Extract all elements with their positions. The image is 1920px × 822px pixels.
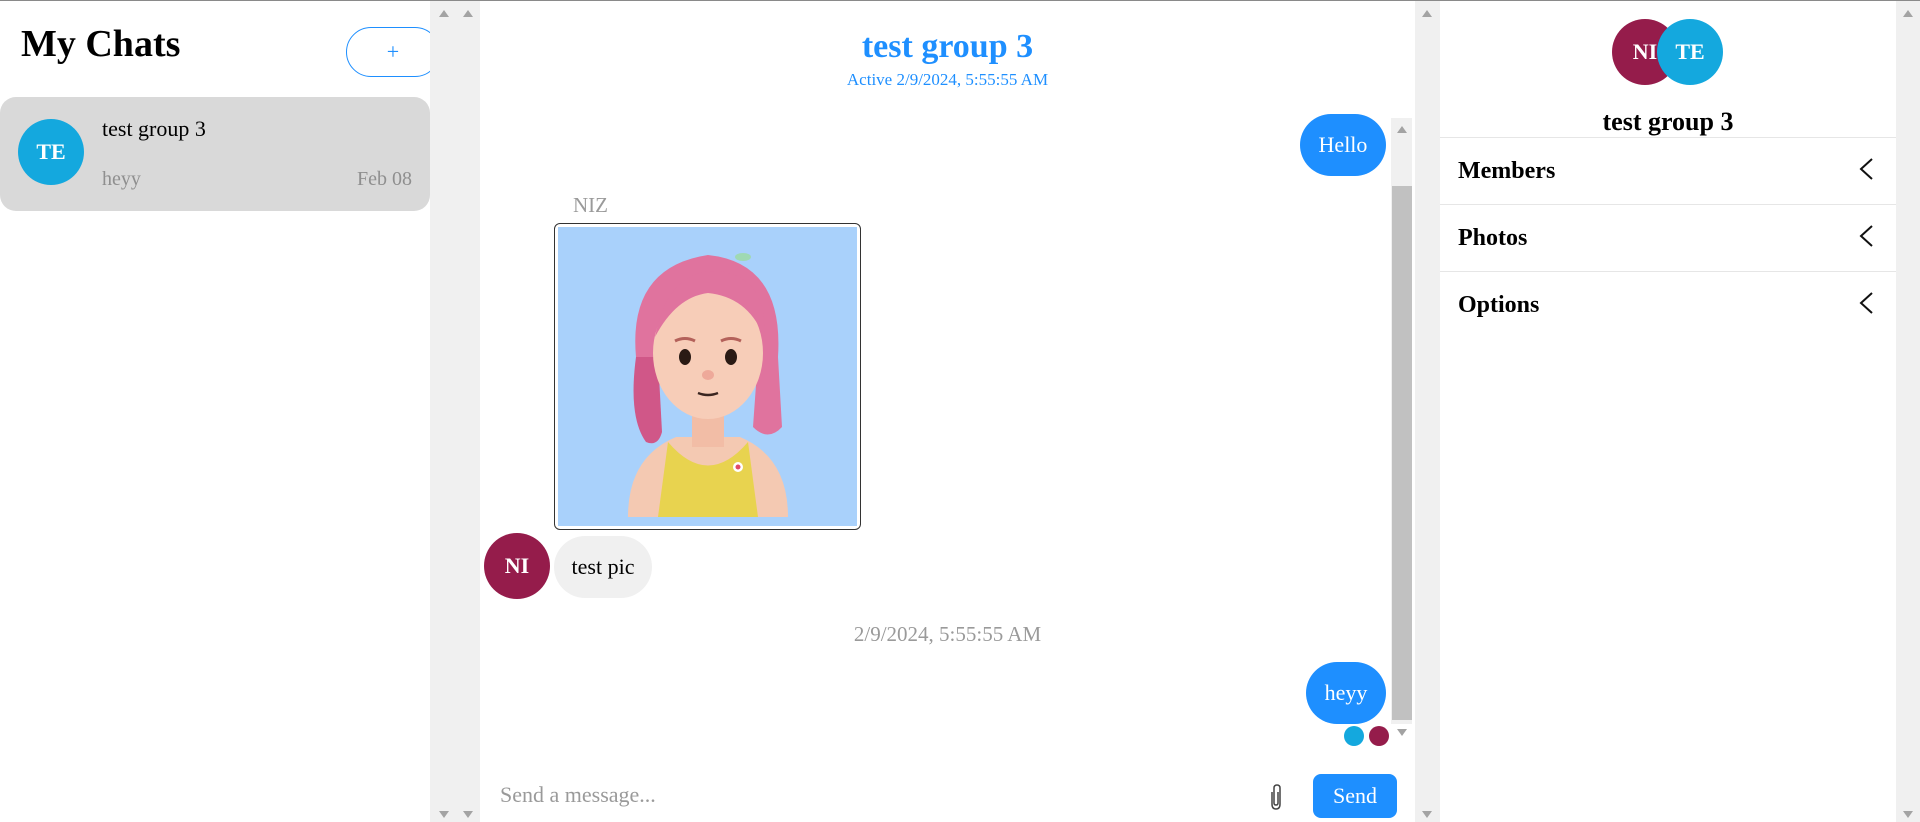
- sidebar-title: My Chats: [21, 23, 181, 65]
- section-photos[interactable]: Photos: [1440, 204, 1896, 271]
- section-members[interactable]: Members: [1440, 137, 1896, 204]
- scroll-down-icon[interactable]: [1903, 811, 1913, 818]
- chevron-left-icon: [1858, 224, 1874, 253]
- paperclip-icon[interactable]: [1266, 782, 1286, 812]
- read-receipt-avatar: [1369, 726, 1389, 746]
- chat-last-message: heyy: [102, 168, 141, 190]
- chat-list-item[interactable]: TE test group 3 heyy Feb 08: [0, 97, 430, 211]
- chevron-left-icon: [1858, 157, 1874, 186]
- new-chat-button[interactable]: +: [346, 27, 440, 77]
- message-input[interactable]: [498, 781, 1232, 809]
- sidebar-scrollbar[interactable]: [430, 1, 480, 822]
- image-message[interactable]: [554, 223, 861, 530]
- sender-name: NIZ: [573, 193, 608, 217]
- section-label: Members: [1458, 157, 1556, 184]
- chat-name: test group 3: [102, 116, 206, 141]
- scroll-up-icon[interactable]: [439, 10, 449, 17]
- outgoing-message: Hello: [1300, 114, 1386, 176]
- chat-date: Feb 08: [357, 168, 412, 190]
- details-scrollbar[interactable]: [1896, 1, 1920, 822]
- message-timestamp: 2/9/2024, 5:55:55 AM: [853, 622, 1042, 646]
- send-button[interactable]: Send: [1313, 774, 1397, 818]
- conversation-scrollbar[interactable]: [1415, 1, 1440, 822]
- avatar: TE: [18, 119, 84, 185]
- scroll-up-icon[interactable]: [463, 10, 473, 17]
- scroll-down-icon[interactable]: [1397, 729, 1407, 736]
- scroll-down-icon[interactable]: [1422, 811, 1432, 818]
- chats-sidebar: My Chats + TE test group 3 heyy Feb 08: [0, 0, 440, 822]
- group-name: test group 3: [1602, 107, 1734, 136]
- avatar-illustration-image: [558, 227, 857, 526]
- chat-details-panel: NI TE test group 3 Members Photos Option…: [1440, 0, 1896, 822]
- scroll-up-icon[interactable]: [1422, 10, 1432, 17]
- section-options[interactable]: Options: [1440, 271, 1896, 338]
- section-label: Photos: [1458, 224, 1528, 251]
- avatar: TE: [1657, 19, 1723, 85]
- read-receipt-avatar: [1344, 726, 1364, 746]
- avatar: NI: [484, 533, 550, 599]
- conversation-panel: test group 3 Active 2/9/2024, 5:55:55 AM…: [480, 0, 1415, 822]
- conversation-active-status: Active 2/9/2024, 5:55:55 AM: [846, 70, 1049, 89]
- section-label: Options: [1458, 291, 1540, 318]
- incoming-message: test pic: [554, 536, 652, 598]
- scroll-down-icon[interactable]: [439, 811, 449, 818]
- messages-scrollbar-thumb[interactable]: [1392, 186, 1412, 720]
- chevron-left-icon: [1858, 291, 1874, 320]
- scroll-down-icon[interactable]: [463, 811, 473, 818]
- conversation-title: test group 3: [861, 28, 1034, 65]
- outgoing-message: heyy: [1306, 662, 1386, 724]
- scroll-up-icon[interactable]: [1903, 10, 1913, 17]
- scroll-up-icon[interactable]: [1397, 126, 1407, 133]
